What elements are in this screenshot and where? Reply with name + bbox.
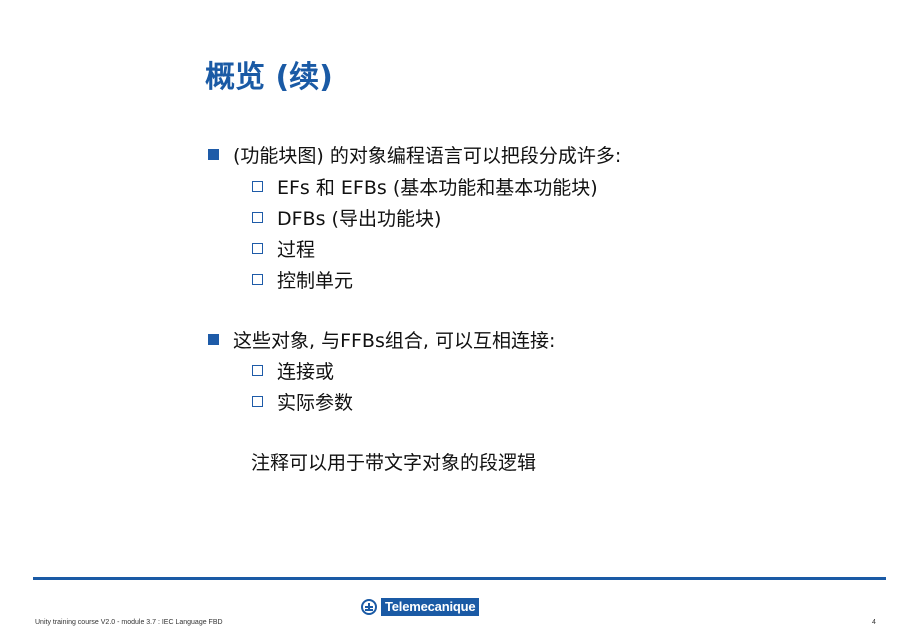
open-square-bullet-icon [252, 274, 263, 285]
note-text: 注释可以用于带文字对象的段逻辑 [251, 452, 537, 474]
open-square-bullet-icon [252, 365, 263, 376]
sub-bullet-text: 控制单元 [277, 270, 354, 292]
footer-divider [33, 577, 886, 580]
sub-bullet-item: 实际参数 [252, 388, 353, 415]
page-number: 4 [872, 619, 876, 626]
open-square-bullet-icon [252, 212, 263, 223]
sub-bullet-text: 连接或 [277, 361, 335, 383]
open-square-bullet-icon [252, 181, 263, 192]
logo-text: Telemecanique [381, 598, 480, 616]
bullet-item: 这些对象, 与FFBs组合, 可以互相连接: [208, 326, 555, 353]
filled-square-bullet-icon [208, 149, 219, 160]
sub-bullet-item: DFBs (导出功能块) [252, 204, 441, 231]
open-square-bullet-icon [252, 396, 263, 407]
sub-bullet-item: 控制单元 [252, 266, 353, 293]
bullet-text: 这些对象, 与FFBs组合, 可以互相连接: [233, 330, 556, 352]
slide-title: 概览 (续) [205, 60, 333, 95]
filled-square-bullet-icon [208, 334, 219, 345]
sub-bullet-text: 过程 [277, 239, 316, 261]
open-square-bullet-icon [252, 243, 263, 254]
telemecanique-logo-icon [361, 599, 377, 615]
bullet-item: (功能块图) 的对象编程语言可以把段分成许多: [208, 141, 621, 168]
telemecanique-logo: Telemecanique [361, 598, 480, 616]
footer-caption: Unity training course V2.0 - module 3.7 … [35, 619, 223, 626]
sub-bullet-text: EFs 和 EFBs (基本功能和基本功能块) [277, 177, 598, 199]
bullet-text: (功能块图) 的对象编程语言可以把段分成许多: [233, 145, 622, 167]
sub-bullet-text: 实际参数 [277, 392, 354, 414]
sub-bullet-item: EFs 和 EFBs (基本功能和基本功能块) [252, 173, 598, 200]
sub-bullet-item: 连接或 [252, 357, 334, 384]
sub-bullet-item: 过程 [252, 235, 315, 262]
sub-bullet-text: DFBs (导出功能块) [277, 208, 442, 230]
